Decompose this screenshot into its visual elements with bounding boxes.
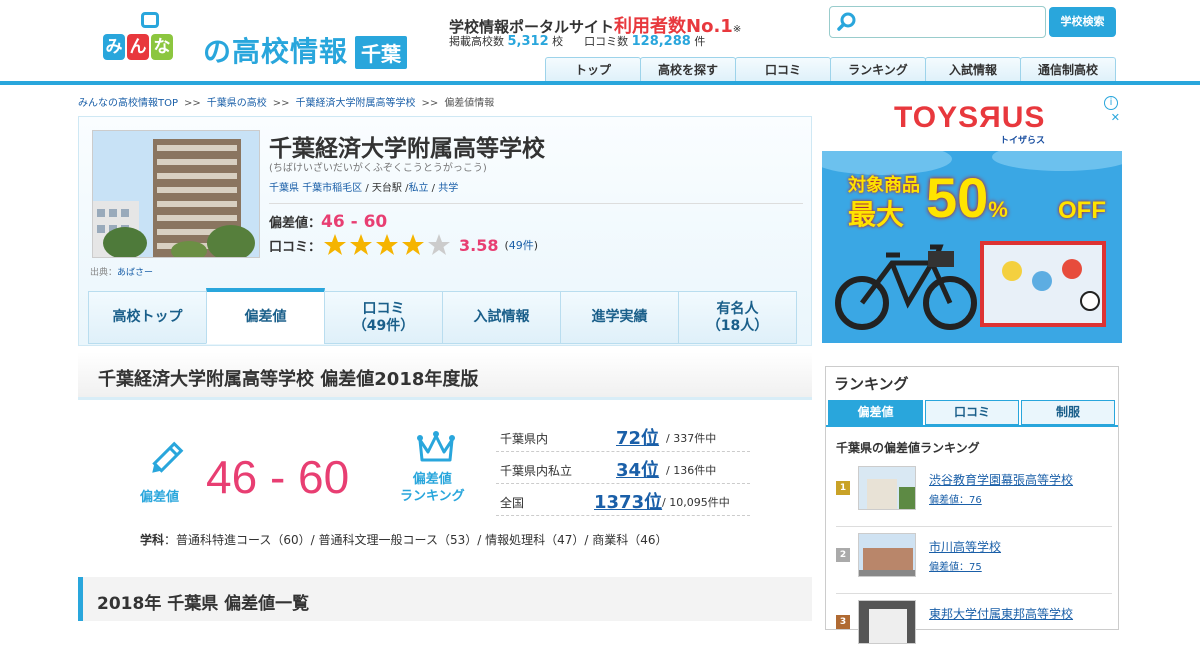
review-summary: 口コミ： 3.58 (49件) [269,233,538,257]
star-icon [324,234,347,255]
crown-icon [416,430,456,470]
divider [826,425,1118,427]
ad-off: OFF [1058,197,1106,224]
tab-top[interactable]: 高校トップ [88,291,207,344]
silver-medal-icon: 2 [836,548,850,562]
hensachi-link[interactable]: 偏差値：76 [929,491,982,506]
nav-top[interactable]: トップ [545,57,641,81]
tab-exam[interactable]: 入試情報 [442,291,561,344]
logo-pref: 千葉 [355,36,407,69]
sidebar-tab-uniform[interactable]: 制服 [1021,400,1115,425]
header-divider [0,81,1200,85]
ranking-row: 全国 1373位 / 10,095件中 [496,484,750,516]
breadcrumb-school[interactable]: 千葉経済大学附属高等学校 [296,98,416,109]
bronze-medal-icon: 3 [836,615,850,629]
hensachi-summary: 偏差値：46 - 60 [269,212,388,232]
list-heading: 2018年 千葉県 偏差値一覧 [78,577,812,621]
school-tabs: 高校トップ 偏差値 口コミ （49件） 入試情報 進学実績 有名人 （18人） [88,288,797,344]
breadcrumb: みんなの高校情報TOP >> 千葉県の高校 >> 千葉経済大学附属高等学校 >> 偏差値情報 [78,98,495,109]
search-input[interactable] [829,6,1046,38]
star-icon [350,234,373,255]
ranking-table: 千葉県内 72位 / 337件中 千葉県内私立 34位 / 136件中 全国 1… [496,420,750,516]
site-stats: 掲載高校数 5,312 校 口コミ数 128,288 件 [449,34,706,49]
star-icon [428,234,451,255]
ranking-row: 千葉県内私立 34位 / 136件中 [496,452,750,484]
city-link[interactable]: 千葉市稲毛区 [302,183,362,194]
courses: 学科：普通科特進コース（60）/ 普通科文理一般コース（53）/ 情報処理科（4… [140,533,668,547]
school-thumbnail[interactable] [858,533,916,577]
site-header: みんな の高校情報 千葉 学校情報ポータルサイト利用者数No.1※ 掲載高校数 … [0,0,1200,86]
gold-medal-icon: 1 [836,481,850,495]
hensachi-link[interactable]: 偏差値：75 [929,558,982,573]
school-thumbnail[interactable] [858,466,916,510]
tab-hensachi[interactable]: 偏差値 [206,288,325,344]
nav-ranking[interactable]: ランキング [830,57,926,81]
tab-reviews[interactable]: 口コミ （49件） [324,291,443,344]
nav-search-school[interactable]: 高校を探す [640,57,736,81]
pref-link[interactable]: 千葉県 [269,183,299,194]
advertisement[interactable]: TOYSЯUS トイザらス i ✕ 対象商品 最大 50% OFF [822,93,1122,343]
school-kana: (ちばけいざいだいがくふぞくこうとうがっこう) [269,163,487,174]
rating-score: 3.58 [459,235,499,255]
hensachi-panel: 偏差値 46 - 60 偏差値 ランキング 千葉県内 72位 / 337件中 千葉… [78,404,812,564]
breadcrumb-current: 偏差値情報 [444,98,495,109]
logo-hiragana: みんな [103,34,173,60]
ad-header: TOYSЯUS トイザらス i ✕ [822,93,1122,151]
gender-link[interactable]: 共学 [438,183,458,194]
sidebar-subtitle: 千葉県の偏差値ランキング [836,441,980,455]
school-link[interactable]: 渋谷教育学園幕張高等学校 [929,471,1073,488]
divider [269,203,803,204]
school-meta: 千葉県 千葉市稲毛区 / 天台駅 /私立 / 共学 [269,183,459,194]
search-icon [837,12,856,31]
logo-text: の高校情報 [203,35,349,68]
tv-icon [141,12,159,28]
search-button[interactable]: 学校検索 [1049,7,1116,37]
rating-stars [323,233,451,257]
rank-link[interactable]: 34位 [616,456,659,482]
ad-brand-sub: トイザらス [1000,136,1046,146]
list-item: 1 渋谷教育学園幕張高等学校 偏差値：76 [836,461,1112,527]
star-icon [376,234,399,255]
tab-results[interactable]: 進学実績 [560,291,679,344]
sidebar-ranking: ランキング 偏差値 口コミ 制服 千葉県の偏差値ランキング 1 渋谷教育学園幕張… [825,366,1119,644]
tab-famous[interactable]: 有名人 （18人） [678,291,797,344]
rank-link[interactable]: 1373位 [594,488,662,514]
list-item: 3 東邦大学付属東邦高等学校 [836,595,1112,661]
ad-info-icon[interactable]: i [1104,96,1118,110]
breadcrumb-home[interactable]: みんなの高校情報TOP [78,98,178,109]
list-item: 2 市川高等学校 偏差値：75 [836,528,1112,594]
breadcrumb-pref[interactable]: 千葉県の高校 [207,98,267,109]
nav-reviews[interactable]: 口コミ [735,57,831,81]
ad-close-icon[interactable]: ✕ [1111,111,1120,124]
credit-link[interactable]: あばさー [117,268,153,278]
site-logo[interactable]: みんな の高校情報 千葉 [103,12,413,70]
ranking-icon-label: 偏差値 ランキング [400,472,465,504]
star-icon [402,234,425,255]
nav-correspondence[interactable]: 通信制高校 [1020,57,1116,81]
hensachi-icon-label: 偏差値 [140,490,180,505]
sidebar-tab-hensachi[interactable]: 偏差値 [828,400,923,425]
school-photo [92,130,260,258]
review-count-link[interactable]: 49件 [509,239,534,252]
school-thumbnail[interactable] [858,600,916,644]
school-link[interactable]: 市川高等学校 [929,538,1001,555]
school-name: 千葉経済大学附属高等学校 [269,136,545,162]
sidebar-tabs: 偏差値 口コミ 制服 [828,400,1117,425]
pencil-icon [140,440,190,484]
ad-brand: TOYSЯUS [894,101,1046,134]
school-link[interactable]: 東邦大学付属東邦高等学校 [929,605,1073,622]
sidebar-tab-reviews[interactable]: 口コミ [925,400,1019,425]
rank-link[interactable]: 72位 [616,424,659,450]
ad-line2: 最大 [848,198,905,231]
ranking-row: 千葉県内 72位 / 337件中 [496,420,750,452]
sidebar-title: ランキング [834,375,909,393]
photo-credit: 出典：あばさー [90,268,154,278]
section-title: 千葉経済大学附属高等学校 偏差値2018年度版 [78,352,812,400]
type-link[interactable]: 私立 [408,183,428,194]
ad-percent: 50% [926,166,1008,229]
hensachi-value: 46 - 60 [206,451,350,503]
global-nav: トップ 高校を探す 口コミ ランキング 入試情報 通信制高校 [545,57,1116,81]
nav-exam-info[interactable]: 入試情報 [925,57,1021,81]
